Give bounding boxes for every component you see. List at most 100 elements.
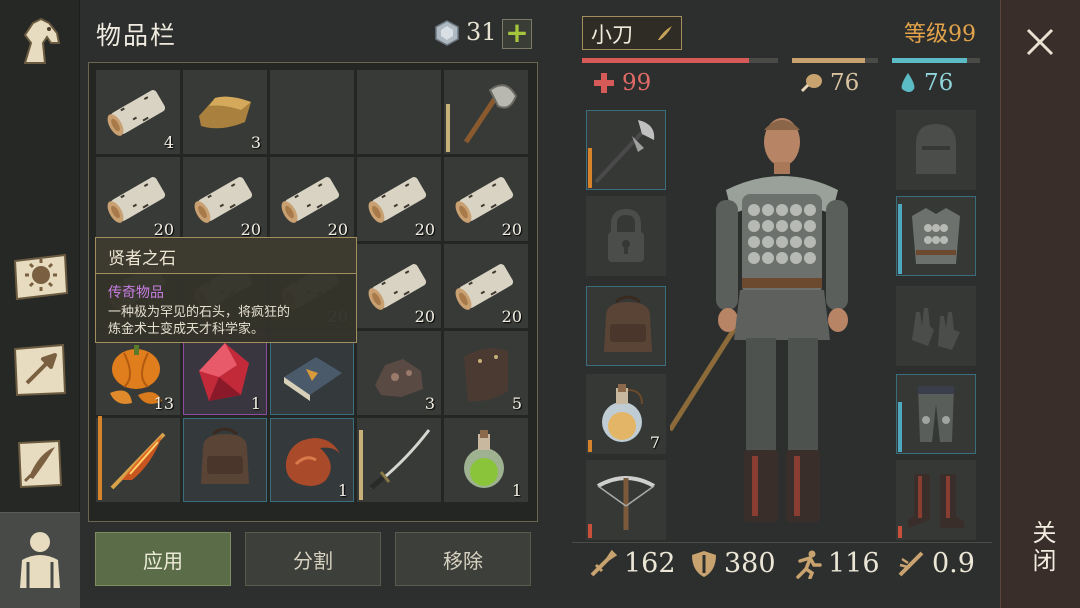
inventory-slot[interactable] [96,416,180,502]
durability-bar [588,440,592,452]
equipment-slot-left[interactable] [586,196,666,276]
crit-strike-icon [898,551,924,576]
equipment-slot-left[interactable] [586,110,666,190]
tooltip-rarity: 传奇物品 [108,285,164,301]
inventory-slot[interactable]: 20 [96,157,180,241]
health-value: 99 [622,70,652,96]
equipment-slot-right[interactable] [896,286,976,366]
water-value: 76 [924,70,954,96]
inventory-slot[interactable] [357,70,441,154]
attack-value: 162 [624,548,676,579]
equipment-slot-right[interactable] [896,196,976,276]
split-button[interactable]: 分割 [245,532,381,586]
buy-gems-button[interactable]: + [502,19,532,49]
inventory-slot[interactable]: 1 [270,418,354,502]
stats-divider [572,542,992,543]
crit-value: 0.9 [932,548,975,579]
character-name: 小刀 [591,23,633,47]
durability-bar [446,104,450,152]
attack-stat: 162 [588,548,676,579]
close-button-label[interactable]: 关闭 [1020,520,1060,590]
character-name-field[interactable]: 小刀 [582,16,682,50]
shield-icon [692,550,716,577]
food-bar [792,58,878,63]
durability-bar [898,402,902,452]
gem-count: 31 [466,18,497,46]
armor-stat: 380 [690,548,776,579]
left-nav [0,0,80,608]
equipment-slot-left[interactable] [586,460,666,540]
durability-bar [898,526,902,538]
tooltip-desc-line1: 一种极为罕见的石头，将疯狂的 [108,305,291,320]
gem-icon [435,20,459,46]
inventory-slot[interactable]: 20 [444,244,528,328]
inventory-slot[interactable] [444,70,528,154]
inventory-slot[interactable] [270,70,354,154]
health-cross-icon [594,73,614,93]
inventory-slot[interactable] [270,331,354,415]
scroll-quill-icon[interactable] [8,432,72,496]
crit-stat: 0.9 [896,548,975,579]
item-quantity: 4 [163,133,174,152]
durability-bar [898,204,902,274]
character-icon[interactable] [0,512,80,608]
item-quantity: 3 [250,133,261,152]
durability-bar [359,430,363,500]
speed-value: 116 [828,548,880,579]
health-stat: 99 [592,70,651,96]
speed-stat: 116 [792,548,880,579]
food-stat: 76 [798,70,859,96]
inventory-slot[interactable]: 3 [183,70,267,154]
item-quantity: 20 [501,307,522,326]
water-drop-icon [901,73,915,92]
meat-icon [800,74,822,93]
tooltip-item-name: 贤者之石 [96,238,356,274]
equipment-slot-left[interactable]: 7 [586,374,666,454]
inventory-slot[interactable] [357,418,441,502]
equipment-slot-right[interactable] [896,374,976,454]
item-tooltip: 贤者之石 传奇物品 一种极为罕见的石头，将疯狂的 炼金术士变成天才科学家。 [95,237,357,343]
food-value: 76 [830,70,860,96]
sun-book-icon[interactable] [8,244,72,308]
inventory-slot[interactable]: 1 [183,331,267,415]
inventory-slot[interactable]: 20 [444,157,528,241]
edit-quill-icon [658,26,672,40]
close-icon[interactable] [1018,20,1062,64]
item-quantity: 1 [250,394,261,413]
item-quantity: 1 [337,481,348,500]
inventory-slot[interactable]: 3 [357,331,441,415]
remove-button[interactable]: 移除 [395,532,531,586]
inventory-slot[interactable]: 5 [444,331,528,415]
apply-button[interactable]: 应用 [95,532,231,586]
item-quantity: 13 [153,394,174,413]
equipment-slot-left[interactable] [586,286,666,366]
character-level: 等级99 [904,22,976,47]
inventory-slot[interactable]: 20 [357,157,441,241]
inventory-slot[interactable] [183,418,267,502]
water-bar [892,58,980,63]
item-quantity: 3 [424,394,435,413]
inventory-slot[interactable]: 20 [183,157,267,241]
equipment-slot-right[interactable] [896,460,976,540]
item-quantity: 20 [414,307,435,326]
crafting-arrow-icon[interactable] [8,338,72,402]
armor-value: 380 [724,548,776,579]
item-quantity: 20 [414,220,435,239]
inventory-slot[interactable]: 20 [357,244,441,328]
durability-bar [588,148,592,188]
running-icon [796,550,822,579]
inventory-slot[interactable]: 13 [96,331,180,415]
equipment-slot-right[interactable] [896,110,976,190]
item-quantity: 7 [649,433,660,452]
item-quantity: 5 [511,394,522,413]
tooltip-desc-line2: 炼金术士变成天才科学家。 [108,322,265,337]
horse-icon[interactable] [8,10,72,74]
inventory-slot[interactable]: 1 [444,418,528,502]
durability-bar [98,416,102,500]
durability-bar [588,524,592,538]
character-figure [670,118,848,522]
inventory-slot[interactable]: 20 [270,157,354,241]
inventory-slot[interactable]: 4 [96,70,180,154]
close-panel[interactable] [1000,0,1080,608]
water-stat: 76 [898,70,953,96]
